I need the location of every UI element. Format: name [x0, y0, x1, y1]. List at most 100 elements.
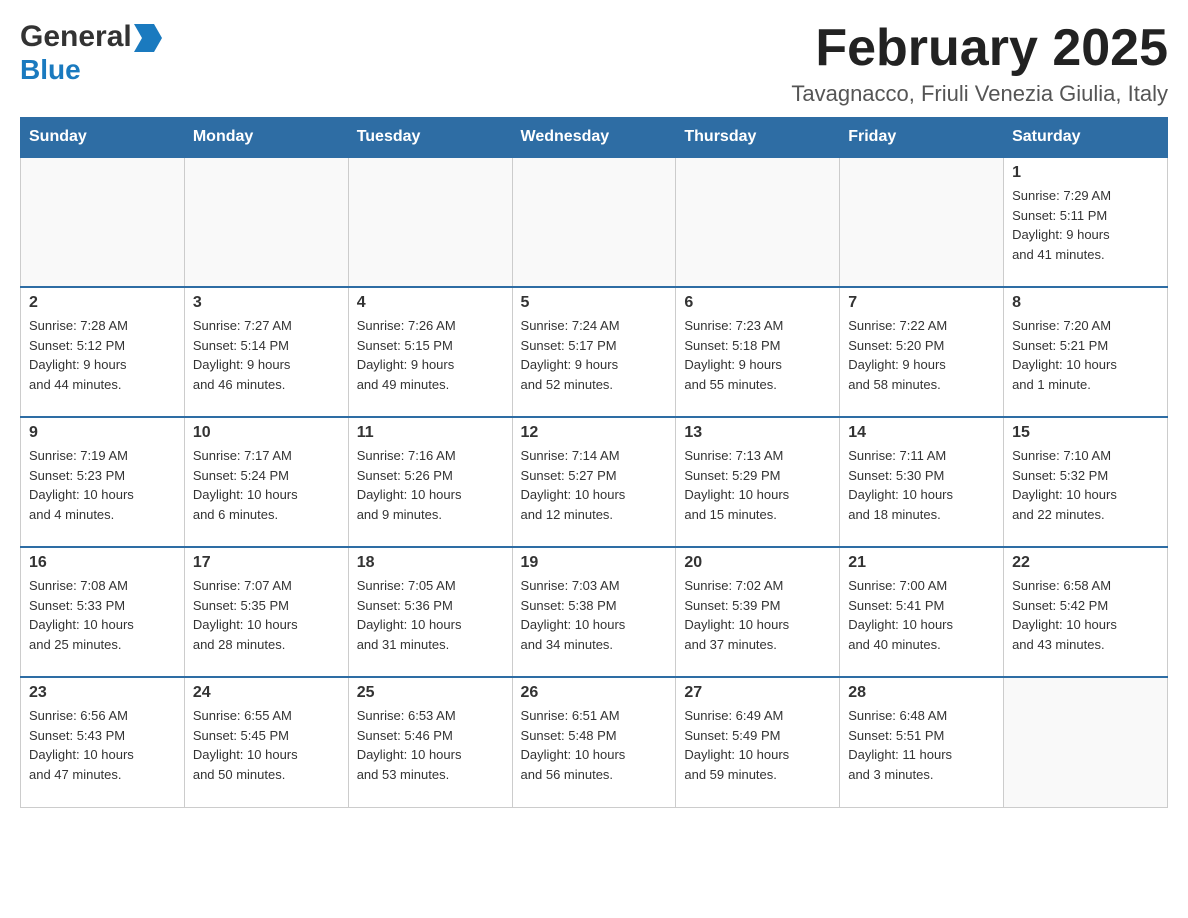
calendar-day-cell: 28 Sunrise: 6:48 AM Sunset: 5:51 PM Dayli… — [840, 677, 1004, 807]
calendar-weekday-header: Sunday — [21, 118, 185, 158]
day-info: Sunrise: 7:00 AM Sunset: 5:41 PM Dayligh… — [848, 576, 995, 654]
calendar-day-cell: 18 Sunrise: 7:05 AM Sunset: 5:36 PM Dayli… — [348, 547, 512, 677]
day-number: 11 — [357, 424, 504, 442]
calendar-day-cell: 5 Sunrise: 7:24 AM Sunset: 5:17 PM Daylig… — [512, 287, 676, 417]
calendar-day-cell: 19Sunrise: 7:03 AM Sunset: 5:38 PM Dayli… — [512, 547, 676, 677]
day-number: 24 — [193, 684, 340, 702]
title-section: February 2025 Tavagnacco, Friuli Venezia… — [791, 20, 1168, 107]
calendar-day-cell: 20Sunrise: 7:02 AM Sunset: 5:39 PM Dayli… — [676, 547, 840, 677]
day-number: 14 — [848, 424, 995, 442]
calendar-day-cell: 12 Sunrise: 7:14 AM Sunset: 5:27 PM Dayli… — [512, 417, 676, 547]
calendar-weekday-header: Thursday — [676, 118, 840, 158]
calendar-day-cell: 21 Sunrise: 7:00 AM Sunset: 5:41 PM Dayli… — [840, 547, 1004, 677]
day-number: 28 — [848, 684, 995, 702]
calendar-weekday-header: Saturday — [1004, 118, 1168, 158]
calendar-day-cell: 10 Sunrise: 7:17 AM Sunset: 5:24 PM Dayli… — [184, 417, 348, 547]
calendar-day-cell — [21, 157, 185, 287]
calendar-weekday-header: Wednesday — [512, 118, 676, 158]
day-number: 13 — [684, 424, 831, 442]
day-number: 6 — [684, 294, 831, 312]
logo: General Blue — [20, 20, 162, 86]
calendar-table: SundayMondayTuesdayWednesdayThursdayFrid… — [20, 117, 1168, 808]
calendar-day-cell: 9Sunrise: 7:19 AM Sunset: 5:23 PM Daylig… — [21, 417, 185, 547]
calendar-week-row: 23 Sunrise: 6:56 AM Sunset: 5:43 PM Dayli… — [21, 677, 1168, 807]
day-number: 22 — [1012, 554, 1159, 572]
calendar-header-row: SundayMondayTuesdayWednesdayThursdayFrid… — [21, 118, 1168, 158]
day-number: 9 — [29, 424, 176, 442]
day-number: 18 — [357, 554, 504, 572]
calendar-day-cell: 4 Sunrise: 7:26 AM Sunset: 5:15 PM Daylig… — [348, 287, 512, 417]
day-number: 21 — [848, 554, 995, 572]
calendar-day-cell — [348, 157, 512, 287]
calendar-day-cell: 2Sunrise: 7:28 AM Sunset: 5:12 PM Daylig… — [21, 287, 185, 417]
day-info: Sunrise: 7:07 AM Sunset: 5:35 PM Dayligh… — [193, 576, 340, 654]
day-number: 16 — [29, 554, 176, 572]
day-info: Sunrise: 6:48 AM Sunset: 5:51 PM Dayligh… — [848, 706, 995, 784]
calendar-day-cell — [840, 157, 1004, 287]
day-info: Sunrise: 7:20 AM Sunset: 5:21 PM Dayligh… — [1012, 316, 1159, 394]
calendar-weekday-header: Monday — [184, 118, 348, 158]
calendar-day-cell: 24 Sunrise: 6:55 AM Sunset: 5:45 PM Dayli… — [184, 677, 348, 807]
day-info: Sunrise: 7:24 AM Sunset: 5:17 PM Dayligh… — [521, 316, 668, 394]
day-number: 8 — [1012, 294, 1159, 312]
day-info: Sunrise: 7:16 AM Sunset: 5:26 PM Dayligh… — [357, 446, 504, 524]
calendar-week-row: 2Sunrise: 7:28 AM Sunset: 5:12 PM Daylig… — [21, 287, 1168, 417]
day-info: Sunrise: 7:27 AM Sunset: 5:14 PM Dayligh… — [193, 316, 340, 394]
day-info: Sunrise: 7:14 AM Sunset: 5:27 PM Dayligh… — [521, 446, 668, 524]
calendar-day-cell — [676, 157, 840, 287]
day-number: 26 — [521, 684, 668, 702]
day-number: 2 — [29, 294, 176, 312]
calendar-day-cell — [184, 157, 348, 287]
day-number: 10 — [193, 424, 340, 442]
day-info: Sunrise: 7:23 AM Sunset: 5:18 PM Dayligh… — [684, 316, 831, 394]
month-title: February 2025 — [791, 20, 1168, 77]
day-info: Sunrise: 7:13 AM Sunset: 5:29 PM Dayligh… — [684, 446, 831, 524]
calendar-week-row: 16 Sunrise: 7:08 AM Sunset: 5:33 PM Dayli… — [21, 547, 1168, 677]
day-info: Sunrise: 7:17 AM Sunset: 5:24 PM Dayligh… — [193, 446, 340, 524]
calendar-day-cell — [1004, 677, 1168, 807]
calendar-day-cell: 1 Sunrise: 7:29 AM Sunset: 5:11 PM Daylig… — [1004, 157, 1168, 287]
day-number: 4 — [357, 294, 504, 312]
day-number: 27 — [684, 684, 831, 702]
day-number: 19 — [521, 554, 668, 572]
logo-general-text: General — [20, 20, 132, 54]
day-info: Sunrise: 6:51 AM Sunset: 5:48 PM Dayligh… — [521, 706, 668, 784]
day-info: Sunrise: 7:26 AM Sunset: 5:15 PM Dayligh… — [357, 316, 504, 394]
day-number: 5 — [521, 294, 668, 312]
calendar-weekday-header: Friday — [840, 118, 1004, 158]
day-info: Sunrise: 6:56 AM Sunset: 5:43 PM Dayligh… — [29, 706, 176, 784]
day-info: Sunrise: 6:49 AM Sunset: 5:49 PM Dayligh… — [684, 706, 831, 784]
logo-blue-text: Blue — [20, 54, 81, 85]
page-header: General Blue February 2025 Tavagnacco, F… — [20, 20, 1168, 107]
day-number: 23 — [29, 684, 176, 702]
calendar-day-cell: 6 Sunrise: 7:23 AM Sunset: 5:18 PM Daylig… — [676, 287, 840, 417]
calendar-day-cell: 22 Sunrise: 6:58 AM Sunset: 5:42 PM Dayli… — [1004, 547, 1168, 677]
logo-flag-icon — [134, 24, 162, 52]
calendar-week-row: 9Sunrise: 7:19 AM Sunset: 5:23 PM Daylig… — [21, 417, 1168, 547]
day-info: Sunrise: 7:22 AM Sunset: 5:20 PM Dayligh… — [848, 316, 995, 394]
day-number: 15 — [1012, 424, 1159, 442]
day-number: 12 — [521, 424, 668, 442]
day-info: Sunrise: 6:53 AM Sunset: 5:46 PM Dayligh… — [357, 706, 504, 784]
calendar-day-cell: 27 Sunrise: 6:49 AM Sunset: 5:49 PM Dayli… — [676, 677, 840, 807]
day-info: Sunrise: 6:58 AM Sunset: 5:42 PM Dayligh… — [1012, 576, 1159, 654]
calendar-week-row: 1 Sunrise: 7:29 AM Sunset: 5:11 PM Daylig… — [21, 157, 1168, 287]
calendar-day-cell: 26 Sunrise: 6:51 AM Sunset: 5:48 PM Dayli… — [512, 677, 676, 807]
day-number: 3 — [193, 294, 340, 312]
day-info: Sunrise: 6:55 AM Sunset: 5:45 PM Dayligh… — [193, 706, 340, 784]
calendar-day-cell: 8 Sunrise: 7:20 AM Sunset: 5:21 PM Daylig… — [1004, 287, 1168, 417]
day-info: Sunrise: 7:02 AM Sunset: 5:39 PM Dayligh… — [684, 576, 831, 654]
day-info: Sunrise: 7:08 AM Sunset: 5:33 PM Dayligh… — [29, 576, 176, 654]
day-info: Sunrise: 7:05 AM Sunset: 5:36 PM Dayligh… — [357, 576, 504, 654]
calendar-weekday-header: Tuesday — [348, 118, 512, 158]
day-number: 1 — [1012, 164, 1159, 182]
calendar-day-cell: 14 Sunrise: 7:11 AM Sunset: 5:30 PM Dayli… — [840, 417, 1004, 547]
day-info: Sunrise: 7:10 AM Sunset: 5:32 PM Dayligh… — [1012, 446, 1159, 524]
calendar-day-cell: 11 Sunrise: 7:16 AM Sunset: 5:26 PM Dayli… — [348, 417, 512, 547]
day-info: Sunrise: 7:29 AM Sunset: 5:11 PM Dayligh… — [1012, 186, 1159, 264]
day-number: 25 — [357, 684, 504, 702]
calendar-day-cell: 13 Sunrise: 7:13 AM Sunset: 5:29 PM Dayli… — [676, 417, 840, 547]
day-info: Sunrise: 7:11 AM Sunset: 5:30 PM Dayligh… — [848, 446, 995, 524]
calendar-day-cell: 23 Sunrise: 6:56 AM Sunset: 5:43 PM Dayli… — [21, 677, 185, 807]
calendar-day-cell: 25 Sunrise: 6:53 AM Sunset: 5:46 PM Dayli… — [348, 677, 512, 807]
